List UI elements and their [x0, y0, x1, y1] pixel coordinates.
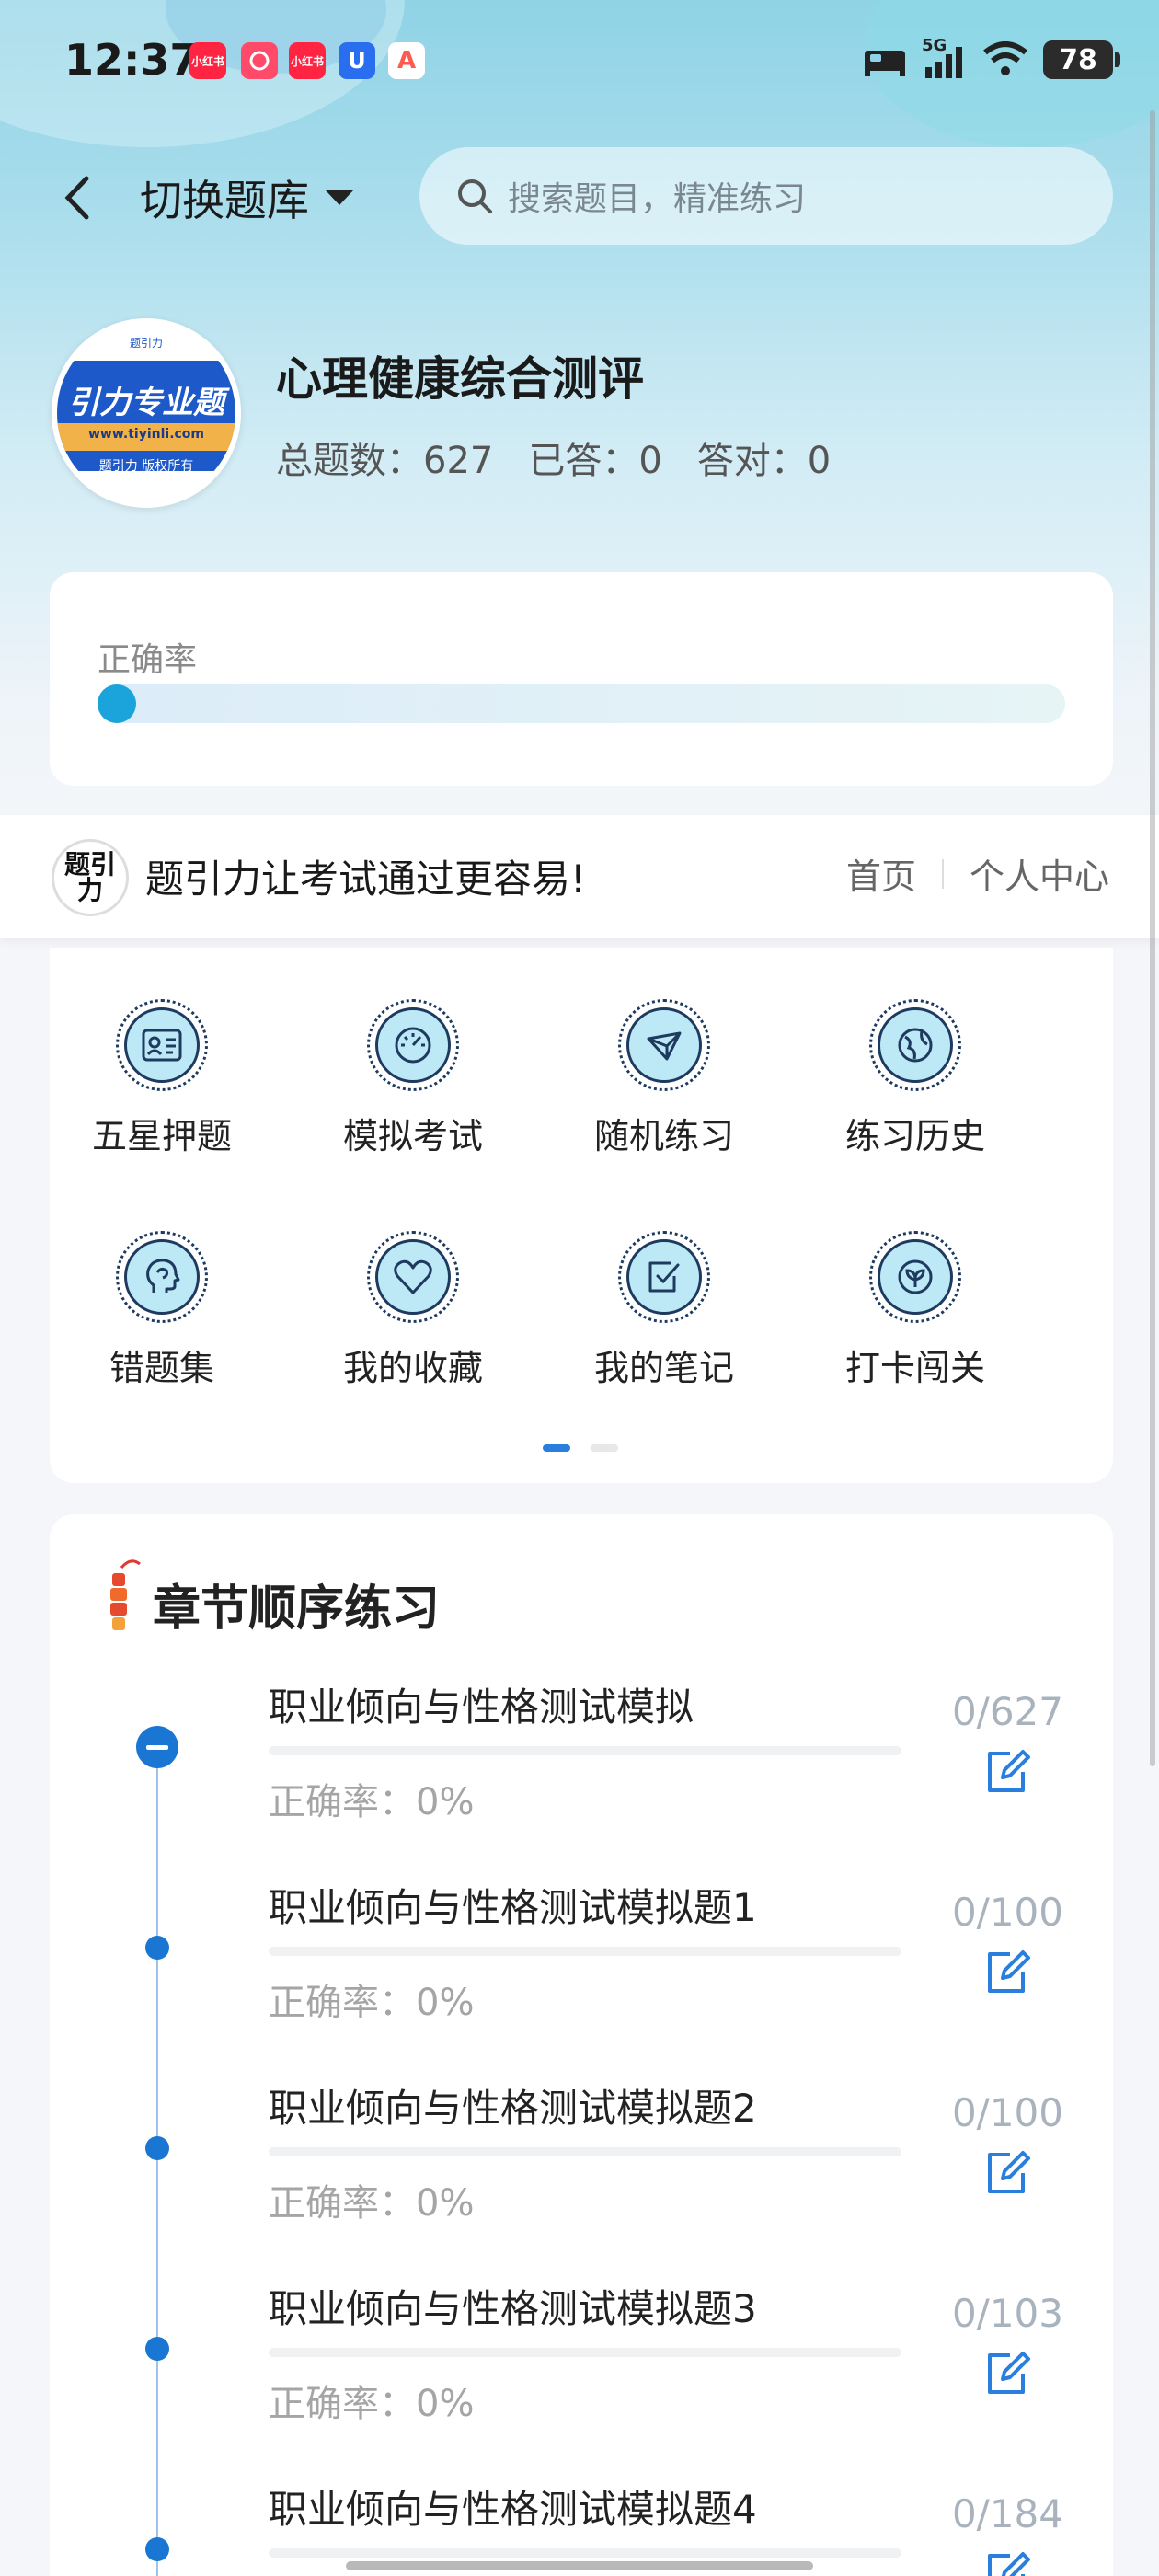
- menu-grid: 五星押题 模拟考试 随机练习 练习历史 错题集 我的收藏 我的笔记 打卡闯关: [50, 948, 1113, 1483]
- chapter-count: 0/627: [951, 1689, 1063, 1734]
- chapter-accuracy: 正确率：0%: [269, 1982, 475, 2024]
- edit-icon[interactable]: [982, 2348, 1034, 2399]
- signal-icon: 5G: [922, 36, 968, 80]
- chapter-row[interactable]: 职业倾向与性格测试模拟 正确率：0% 0/627: [50, 1676, 1113, 1877]
- timeline-node: [145, 2537, 169, 2561]
- menu-item-mock-exam[interactable]: 模拟考试: [303, 955, 523, 1156]
- correct-count: 答对：0: [696, 440, 832, 482]
- bank-title: 心理健康综合测评: [276, 352, 644, 406]
- nav-personal-link[interactable]: 个人中心: [970, 848, 1109, 899]
- nav-home-link[interactable]: 首页: [846, 848, 916, 899]
- timeline-node: [145, 2337, 169, 2361]
- collapse-node-icon[interactable]: [136, 1726, 178, 1768]
- menu-item-favorites[interactable]: 我的收藏: [303, 1187, 523, 1388]
- page-indicator: [543, 1444, 618, 1452]
- edit-icon[interactable]: [982, 1746, 1034, 1798]
- system-icons: 5G 78: [863, 36, 1120, 83]
- chapter-progress-bar: [269, 2548, 901, 2558]
- page-dot-active: [543, 1444, 570, 1452]
- promo-slogan: 题引力让考试通过更容易!: [145, 857, 586, 902]
- accuracy-track: [98, 684, 1065, 723]
- chapter-accuracy: 正确率：0%: [269, 2383, 475, 2425]
- promo-nav: 首页 个人中心: [846, 848, 1109, 899]
- chapter-accuracy: 正确率：0%: [269, 2182, 475, 2225]
- chapter-count: 0/184: [951, 2491, 1063, 2536]
- switch-bank-label: 切换题库: [140, 176, 309, 225]
- menu-item-notes[interactable]: 我的笔记: [554, 1187, 775, 1388]
- firecracker-icon: [110, 1559, 141, 1630]
- heart-icon: [367, 1231, 459, 1323]
- switch-bank-dropdown[interactable]: 切换题库: [140, 167, 355, 228]
- xiaohongshu-icon: 小红书: [189, 42, 226, 79]
- chapter-row[interactable]: 职业倾向与性格测试模拟题1 正确率：0% 0/100: [50, 1877, 1113, 2077]
- menu-item-random-practice[interactable]: 随机练习: [554, 955, 775, 1156]
- search-placeholder: 搜索题目，精准练习: [508, 180, 807, 218]
- edit-icon[interactable]: [982, 2147, 1034, 2199]
- edit-icon[interactable]: [982, 2548, 1034, 2576]
- timeline-node: [145, 2136, 169, 2160]
- chapter-row[interactable]: 职业倾向与性格测试模拟题2 正确率：0% 0/100: [50, 2077, 1113, 2278]
- chevron-left-icon: [64, 176, 89, 220]
- battery-icon: 78: [1043, 40, 1120, 79]
- back-button[interactable]: [53, 166, 99, 230]
- chapter-name: 职业倾向与性格测试模拟: [269, 1685, 694, 1730]
- chapter-count: 0/100: [951, 1890, 1063, 1935]
- menu-item-wrong-questions[interactable]: 错题集: [52, 1187, 272, 1388]
- speedometer-icon: [367, 999, 459, 1091]
- checklist-icon: [618, 1231, 710, 1323]
- status-time: 12:37: [64, 35, 200, 85]
- menu-item-practice-history[interactable]: 练习历史: [805, 955, 1026, 1156]
- chapter-accuracy: 正确率：0%: [269, 1781, 475, 1823]
- a-app-icon: A: [388, 42, 425, 79]
- wifi-icon: [983, 41, 1027, 75]
- chapter-progress-bar: [269, 2147, 901, 2156]
- xiaohongshu-icon: 小红书: [289, 42, 326, 79]
- accuracy-card: 正确率: [50, 572, 1113, 786]
- chapter-row[interactable]: 职业倾向与性格测试模拟题3 正确率：0% 0/103: [50, 2278, 1113, 2478]
- id-card-icon: [116, 999, 208, 1091]
- chapter-progress-bar: [269, 1746, 901, 1755]
- total-count: 总题数：627: [276, 440, 494, 482]
- menu-item-star-questions[interactable]: 五星押题: [52, 955, 272, 1156]
- chapter-name: 职业倾向与性格测试模拟题2: [269, 2086, 757, 2131]
- logo-url: www.tiyinli.com: [87, 427, 205, 442]
- chapter-section-title: 章节顺序练习: [153, 1581, 441, 1637]
- page-dot: [591, 1444, 618, 1452]
- timeline-node: [145, 1936, 169, 1960]
- promo-bar: 题引力 题引力让考试通过更容易! 首页 个人中心: [0, 815, 1159, 938]
- caret-down-icon: [326, 190, 353, 205]
- nav-divider: [941, 858, 944, 889]
- chapter-name: 职业倾向与性格测试模拟题1: [269, 1885, 757, 1930]
- promo-logo: 题引力: [52, 839, 129, 916]
- logo-brand-text: 引力专业题: [68, 385, 224, 421]
- bed-icon: [865, 51, 905, 76]
- chapter-count: 0/100: [951, 2090, 1063, 2135]
- home-indicator[interactable]: [346, 2561, 813, 2570]
- chapter-progress-bar: [269, 1947, 901, 1956]
- bank-stats: 总题数：627 已答：0 答对：0: [276, 431, 831, 484]
- chapter-name: 职业倾向与性格测试模拟题3: [269, 2286, 757, 2331]
- accuracy-progress: [98, 684, 136, 723]
- shuffle-icon: [618, 999, 710, 1091]
- search-input[interactable]: 搜索题目，精准练习: [419, 147, 1113, 245]
- u-app-icon: U: [339, 42, 375, 79]
- chapter-name: 职业倾向与性格测试模拟题4: [269, 2487, 757, 2532]
- accuracy-label: 正确率: [98, 641, 198, 679]
- answered-count: 已答：0: [528, 440, 662, 482]
- scrollbar[interactable]: [1150, 110, 1155, 1766]
- status-bar: 12:37 小红书 小红书 U A 5G 78: [0, 0, 1159, 120]
- search-icon: [458, 179, 492, 213]
- logo-copyright: 题引力 版权所有: [98, 459, 194, 474]
- head-icon: [116, 1231, 208, 1323]
- leaf-icon: [869, 1231, 961, 1323]
- globe-icon: [869, 999, 961, 1091]
- edit-icon[interactable]: [982, 1947, 1034, 1998]
- chapter-progress-bar: [269, 2348, 901, 2357]
- weibo-like-icon: [241, 42, 278, 79]
- bank-logo: 题引力 引力专业题 www.tiyinli.com 题引力 版权所有: [52, 318, 241, 508]
- chapter-count: 0/103: [951, 2291, 1063, 2336]
- chapter-practice-card: 章节顺序练习 职业倾向与性格测试模拟 正确率：0% 0/627 职业倾向与性格测…: [50, 1514, 1113, 2576]
- menu-item-checkin[interactable]: 打卡闯关: [805, 1187, 1026, 1388]
